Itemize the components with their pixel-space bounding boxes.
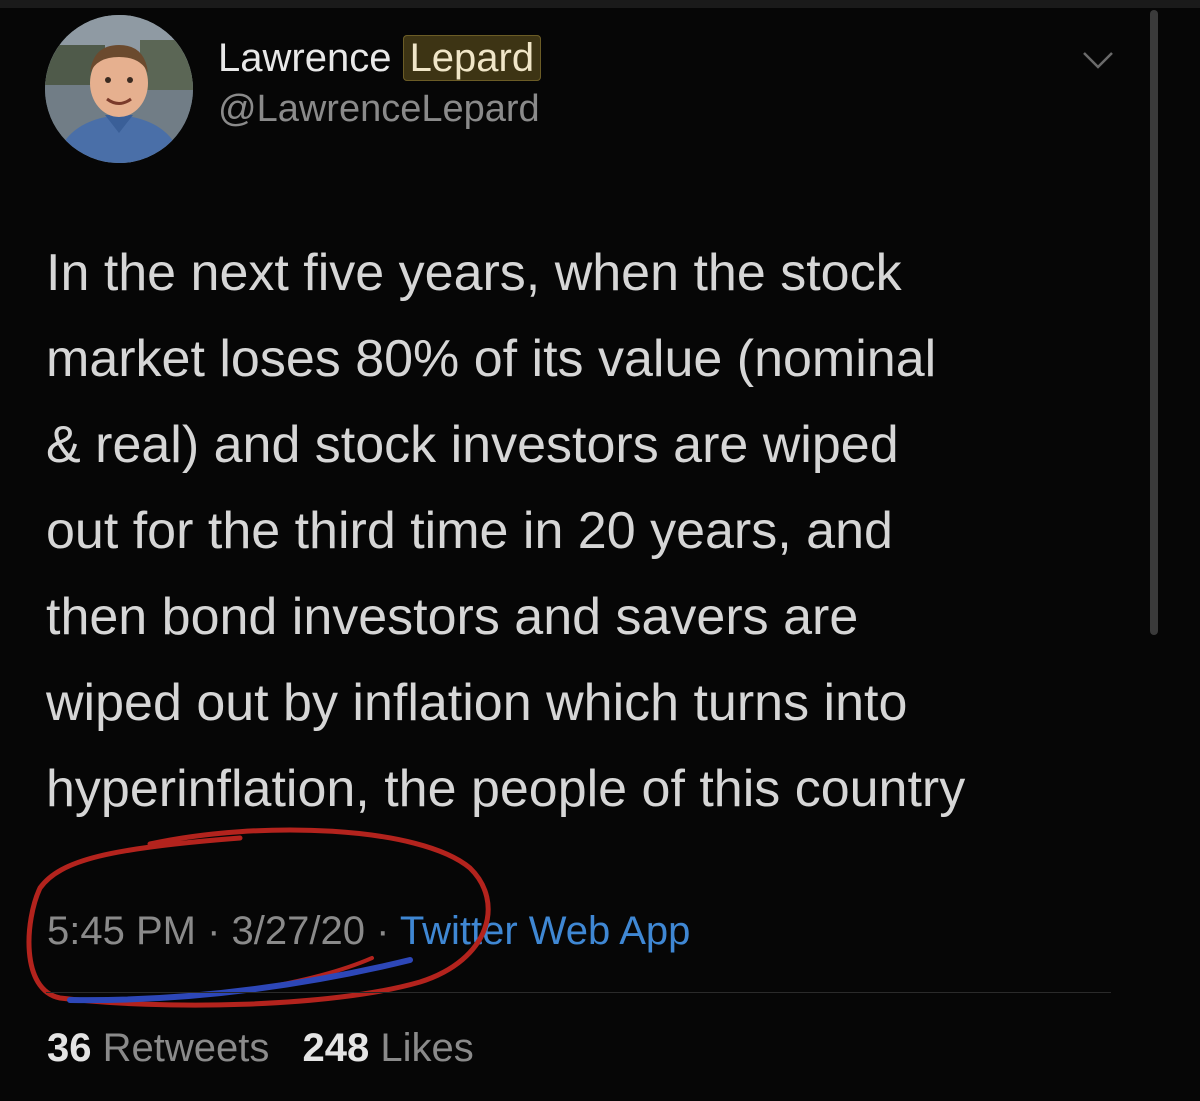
meta-separator: · (376, 909, 390, 953)
tweet-line: & real) and stock investors are wiped (46, 416, 899, 474)
top-edge (0, 0, 1200, 8)
tweet-line: out for the third time in 20 years, and (46, 502, 893, 560)
tweet-time[interactable]: 5:45 PM (47, 909, 196, 953)
likes-stat[interactable]: 248 Likes (303, 1026, 474, 1071)
red-tick-annotation (248, 956, 374, 992)
likes-label: Likes (380, 1026, 474, 1070)
avatar[interactable] (45, 15, 193, 163)
likes-count: 248 (302, 1026, 370, 1070)
tweet-text: In the next five years, when the stock m… (46, 230, 1136, 832)
author-display-name[interactable]: Lawrence Lepard (218, 35, 542, 81)
blue-underline-annotation (67, 957, 413, 1004)
tweet-date[interactable]: 3/27/20 (232, 909, 365, 953)
meta-separator: · (207, 909, 221, 953)
tweet-line: In the next five years, when the stock (46, 244, 902, 302)
author-handle[interactable]: @LawrenceLepard (218, 88, 540, 131)
divider (46, 992, 1111, 993)
tweet-source-link[interactable]: Twitter Web App (400, 909, 691, 953)
tweet-line: hyperinflation, the people of this count… (46, 760, 966, 818)
tweet-stats: 36 Retweets 248 Likes (47, 1026, 496, 1071)
tweet-line: then bond investors and savers are (46, 588, 859, 646)
tweet-metadata: 5:45 PM · 3/27/20 · Twitter Web App (47, 909, 690, 954)
retweets-stat[interactable]: 36 Retweets (47, 1026, 269, 1071)
tweet-line: market loses 80% of its value (nominal (46, 330, 937, 388)
tweet-line: wiped out by inflation which turns into (46, 674, 908, 732)
retweets-count: 36 (47, 1026, 92, 1070)
author-first-name: Lawrence (218, 36, 392, 80)
author-last-name-highlighted: Lepard (402, 35, 542, 81)
retweets-label: Retweets (102, 1026, 270, 1070)
scrollbar[interactable] (1150, 10, 1158, 635)
chevron-down-icon[interactable] (1082, 50, 1114, 70)
